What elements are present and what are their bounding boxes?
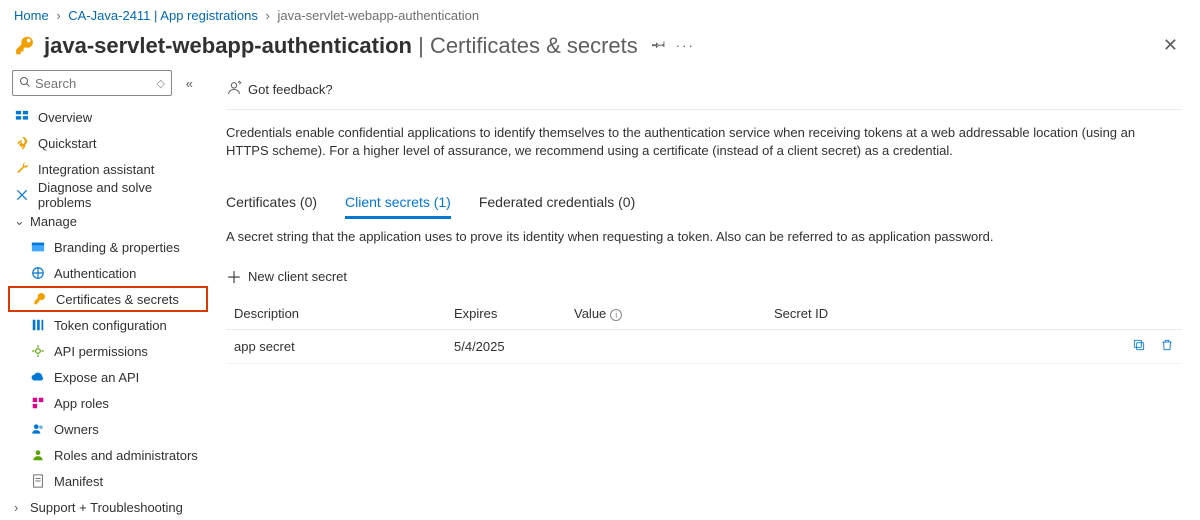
plus-icon: ＋	[226, 264, 242, 288]
sidebar-item-integration[interactable]: Integration assistant	[8, 156, 208, 182]
breadcrumb-level1[interactable]: CA-Java-2411 | App registrations	[68, 8, 258, 23]
breadcrumb-home[interactable]: Home	[14, 8, 49, 23]
new-secret-label: New client secret	[248, 269, 347, 284]
sidebar-item-label: Diagnose and solve problems	[38, 180, 208, 210]
secrets-table: Description Expires Valuei Secret ID app…	[226, 298, 1182, 364]
search-icon	[19, 76, 31, 91]
sidebar-item-app-roles[interactable]: App roles	[8, 390, 208, 416]
sidebar: ◇ « Overview Quickstart Integration assi…	[0, 70, 208, 520]
tab-certificates[interactable]: Certificates (0)	[226, 188, 317, 219]
sort-icon[interactable]: ◇	[157, 77, 165, 90]
sidebar-group-label: Support + Troubleshooting	[30, 500, 183, 515]
new-client-secret-button[interactable]: ＋ New client secret	[226, 264, 1182, 288]
sidebar-item-expose-api[interactable]: Expose an API	[8, 364, 208, 390]
search-box[interactable]: ◇ «	[12, 70, 172, 96]
sidebar-item-label: Authentication	[54, 266, 136, 281]
breadcrumb-sep: ›	[56, 8, 60, 23]
breadcrumb-current: java-servlet-webapp-authentication	[277, 8, 479, 23]
sidebar-item-label: Token configuration	[54, 318, 167, 333]
sidebar-group-support[interactable]: › Support + Troubleshooting	[8, 494, 208, 520]
sidebar-item-branding[interactable]: Branding & properties	[8, 234, 208, 260]
roles-icon	[30, 395, 46, 411]
sidebar-item-label: Overview	[38, 110, 92, 125]
sidebar-item-quickstart[interactable]: Quickstart	[8, 130, 208, 156]
auth-icon	[30, 265, 46, 281]
admin-icon	[30, 447, 46, 463]
sidebar-item-label: Roles and administrators	[54, 448, 198, 463]
overview-icon	[14, 109, 30, 125]
sidebar-item-owners[interactable]: Owners	[8, 416, 208, 442]
sidebar-item-label: App roles	[54, 396, 109, 411]
sidebar-item-label: Quickstart	[38, 136, 97, 151]
feedback-icon	[226, 80, 242, 99]
header-app-name: java-servlet-webapp-authentication	[44, 33, 412, 59]
info-icon[interactable]: i	[610, 309, 622, 321]
collapse-sidebar-icon[interactable]: «	[186, 76, 193, 91]
sidebar-item-overview[interactable]: Overview	[8, 104, 208, 130]
sidebar-item-label: Certificates & secrets	[56, 292, 179, 307]
breadcrumb: Home › CA-Java-2411 | App registrations …	[0, 0, 1200, 27]
tab-client-secrets[interactable]: Client secrets (1)	[345, 188, 451, 219]
sidebar-item-roles-admin[interactable]: Roles and administrators	[8, 442, 208, 468]
cell-secret-id	[766, 330, 1112, 364]
sidebar-item-diagnose[interactable]: Diagnose and solve problems	[8, 182, 208, 208]
diagnose-icon	[14, 187, 30, 203]
sidebar-item-api-permissions[interactable]: API permissions	[8, 338, 208, 364]
rocket-icon	[14, 135, 30, 151]
description-text: Credentials enable confidential applicat…	[226, 124, 1166, 160]
sidebar-group-manage[interactable]: ⌄ Manage	[8, 208, 208, 234]
sidebar-group-label: Manage	[30, 214, 77, 229]
page-header: java-servlet-webapp-authentication | Cer…	[0, 27, 1200, 70]
copy-icon[interactable]	[1132, 340, 1146, 355]
feedback-label: Got feedback?	[248, 82, 333, 97]
sidebar-item-manifest[interactable]: Manifest	[8, 468, 208, 494]
row-actions	[1112, 330, 1182, 364]
key-small-icon	[32, 291, 48, 307]
sidebar-item-token[interactable]: Token configuration	[8, 312, 208, 338]
token-icon	[30, 317, 46, 333]
api-perm-icon	[30, 343, 46, 359]
feedback-button[interactable]: Got feedback?	[226, 80, 333, 99]
col-value: Valuei	[566, 298, 766, 330]
table-row: app secret 5/4/2025	[226, 330, 1182, 364]
search-input[interactable]	[35, 76, 153, 91]
header-page-title: | Certificates & secrets	[412, 33, 638, 59]
more-icon[interactable]: ···	[676, 38, 695, 53]
sidebar-item-label: Branding & properties	[54, 240, 180, 255]
delete-icon[interactable]	[1160, 340, 1174, 355]
sidebar-item-label: Expose an API	[54, 370, 139, 385]
cell-expires: 5/4/2025	[446, 330, 566, 364]
col-description: Description	[226, 298, 446, 330]
col-expires: Expires	[446, 298, 566, 330]
main-content: Got feedback? Credentials enable confide…	[208, 70, 1200, 520]
tab-federated[interactable]: Federated credentials (0)	[479, 188, 635, 219]
branding-icon	[30, 239, 46, 255]
sidebar-item-label: Owners	[54, 422, 99, 437]
tab-description: A secret string that the application use…	[226, 229, 1182, 244]
pin-icon[interactable]	[652, 37, 666, 54]
owners-icon	[30, 421, 46, 437]
key-icon	[14, 35, 36, 57]
col-secret-id: Secret ID	[766, 298, 1112, 330]
sidebar-item-authentication[interactable]: Authentication	[8, 260, 208, 286]
cell-description: app secret	[226, 330, 446, 364]
command-bar: Got feedback?	[226, 70, 1182, 110]
sidebar-item-label: API permissions	[54, 344, 148, 359]
sidebar-item-certificates[interactable]: Certificates & secrets	[8, 286, 208, 312]
close-icon[interactable]: ✕	[1155, 31, 1186, 60]
manifest-icon	[30, 473, 46, 489]
chevron-right-icon: ›	[14, 500, 28, 515]
wrench-icon	[14, 161, 30, 177]
sidebar-item-label: Manifest	[54, 474, 103, 489]
cloud-icon	[30, 369, 46, 385]
breadcrumb-sep: ›	[265, 8, 269, 23]
sidebar-item-label: Integration assistant	[38, 162, 154, 177]
tabs: Certificates (0) Client secrets (1) Fede…	[226, 188, 1182, 219]
chevron-down-icon: ⌄	[14, 213, 28, 229]
cell-value	[566, 330, 766, 364]
